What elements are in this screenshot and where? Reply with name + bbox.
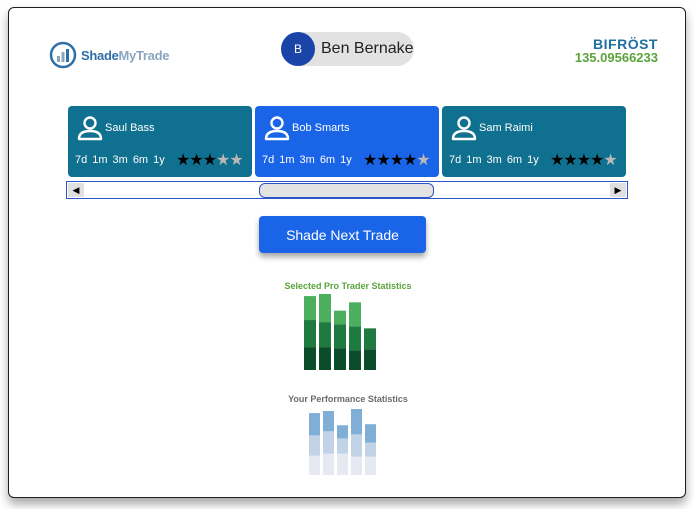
star-icon: ★ xyxy=(216,152,230,169)
star-icon: ★ xyxy=(603,152,617,169)
period-selector: 7d 1m 3m 6m 1y xyxy=(75,154,165,166)
period-6m[interactable]: 6m xyxy=(133,154,148,166)
star-icon: ★ xyxy=(403,152,417,169)
period-selector: 7d 1m 3m 6m 1y xyxy=(262,154,352,166)
your-stats-title: Your Performance Statistics xyxy=(288,394,408,404)
bar-segment xyxy=(365,456,376,475)
bar-segment xyxy=(319,347,331,370)
person-icon xyxy=(451,116,477,141)
star-icon: ★ xyxy=(576,152,591,169)
bar-segment xyxy=(349,302,361,327)
trader-card[interactable]: Bob Smarts 7d 1m 3m 6m 1y ★★★★★ xyxy=(255,106,439,177)
bar-segment xyxy=(364,328,376,350)
star-icon: ★ xyxy=(189,152,203,169)
bar-segment xyxy=(323,411,334,432)
period-1m[interactable]: 1m xyxy=(279,154,294,166)
person-icon xyxy=(77,116,103,141)
star-icon: ★ xyxy=(389,152,404,169)
bar-segment xyxy=(337,438,348,454)
period-6m[interactable]: 6m xyxy=(320,154,335,166)
period-1m[interactable]: 1m xyxy=(92,154,107,166)
trader-carousel: Saul Bass 7d 1m 3m 6m 1y ★★★★★ Bob Smarts 7d 1m 3m… xyxy=(68,106,628,177)
period-6m[interactable]: 6m xyxy=(507,154,522,166)
period-1y[interactable]: 1y xyxy=(153,154,165,166)
bar-segment xyxy=(337,425,348,439)
logo-chart-icon xyxy=(49,41,77,69)
bar-segment xyxy=(304,296,316,321)
scroll-left-button[interactable]: ◀ xyxy=(68,183,84,197)
star-icon: ★ xyxy=(229,152,243,169)
rating-stars: ★★★★★ xyxy=(363,150,431,170)
bar-segment xyxy=(309,413,320,436)
shade-next-trade-button[interactable]: Shade Next Trade xyxy=(259,216,426,253)
rating-stars: ★★★★★ xyxy=(176,150,244,170)
avatar[interactable]: B xyxy=(281,32,315,66)
scroll-thumb[interactable] xyxy=(259,183,434,198)
shademytrade-logo: ShadeMyTrade xyxy=(49,40,169,70)
rating-stars: ★★★★★ xyxy=(550,150,618,170)
pro-stats-title: Selected Pro Trader Statistics xyxy=(284,281,412,291)
bar-segment xyxy=(334,324,346,349)
bifrost-balance: BIFRÖST 135.09566233 xyxy=(574,37,658,65)
star-icon: ★ xyxy=(176,152,190,169)
star-icon: ★ xyxy=(550,152,564,169)
person-icon xyxy=(264,116,290,141)
period-7d[interactable]: 7d xyxy=(262,154,274,166)
bar-segment xyxy=(351,456,362,475)
carousel-scrollbar[interactable]: ◀ ▶ xyxy=(66,181,628,199)
star-icon: ★ xyxy=(563,152,577,169)
star-icon: ★ xyxy=(590,152,604,169)
trader-card[interactable]: Sam Raimi 7d 1m 3m 6m 1y ★★★★★ xyxy=(442,106,626,177)
bar-segment xyxy=(334,310,346,325)
trader-name: Sam Raimi xyxy=(479,122,533,134)
trader-card[interactable]: Saul Bass 7d 1m 3m 6m 1y ★★★★★ xyxy=(68,106,252,177)
your-stats-chart xyxy=(309,409,376,475)
bar-segment xyxy=(351,434,362,457)
bar-segment xyxy=(309,435,320,456)
logo-text: ShadeMyTrade xyxy=(81,47,170,63)
period-3m[interactable]: 3m xyxy=(487,154,502,166)
bar-segment xyxy=(351,409,362,435)
user-name: Ben Bernake xyxy=(321,40,414,57)
trader-name: Saul Bass xyxy=(105,122,155,134)
bar-segment xyxy=(323,453,334,475)
scroll-right-button[interactable]: ▶ xyxy=(610,183,626,197)
bar-segment xyxy=(349,326,361,351)
bar-segment xyxy=(319,294,331,323)
pro-stats-chart xyxy=(304,294,376,370)
bar-segment xyxy=(365,442,376,457)
bar-segment xyxy=(304,347,316,370)
bar-segment xyxy=(304,320,316,348)
bar-segment xyxy=(334,348,346,370)
bar-segment xyxy=(309,455,320,475)
star-icon: ★ xyxy=(416,152,430,169)
balance-value: 135.09566233 xyxy=(574,50,658,65)
period-selector: 7d 1m 3m 6m 1y xyxy=(449,154,539,166)
bar-segment xyxy=(319,322,331,348)
bar-segment xyxy=(323,431,334,454)
star-icon: ★ xyxy=(202,152,217,169)
period-1y[interactable]: 1y xyxy=(527,154,539,166)
bar-segment xyxy=(349,350,361,370)
star-icon: ★ xyxy=(363,152,377,169)
app-window: ShadeMyTrade B Ben Bernake BIFRÖST 135.0… xyxy=(8,7,686,498)
user-profile-button[interactable]: B Ben Bernake xyxy=(281,32,414,66)
period-7d[interactable]: 7d xyxy=(449,154,461,166)
period-1m[interactable]: 1m xyxy=(466,154,481,166)
period-3m[interactable]: 3m xyxy=(300,154,315,166)
period-7d[interactable]: 7d xyxy=(75,154,87,166)
star-icon: ★ xyxy=(376,152,390,169)
bar-segment xyxy=(337,453,348,475)
bar-segment xyxy=(364,349,376,370)
trader-name: Bob Smarts xyxy=(292,122,350,134)
period-3m[interactable]: 3m xyxy=(113,154,128,166)
period-1y[interactable]: 1y xyxy=(340,154,352,166)
bar-segment xyxy=(365,424,376,443)
